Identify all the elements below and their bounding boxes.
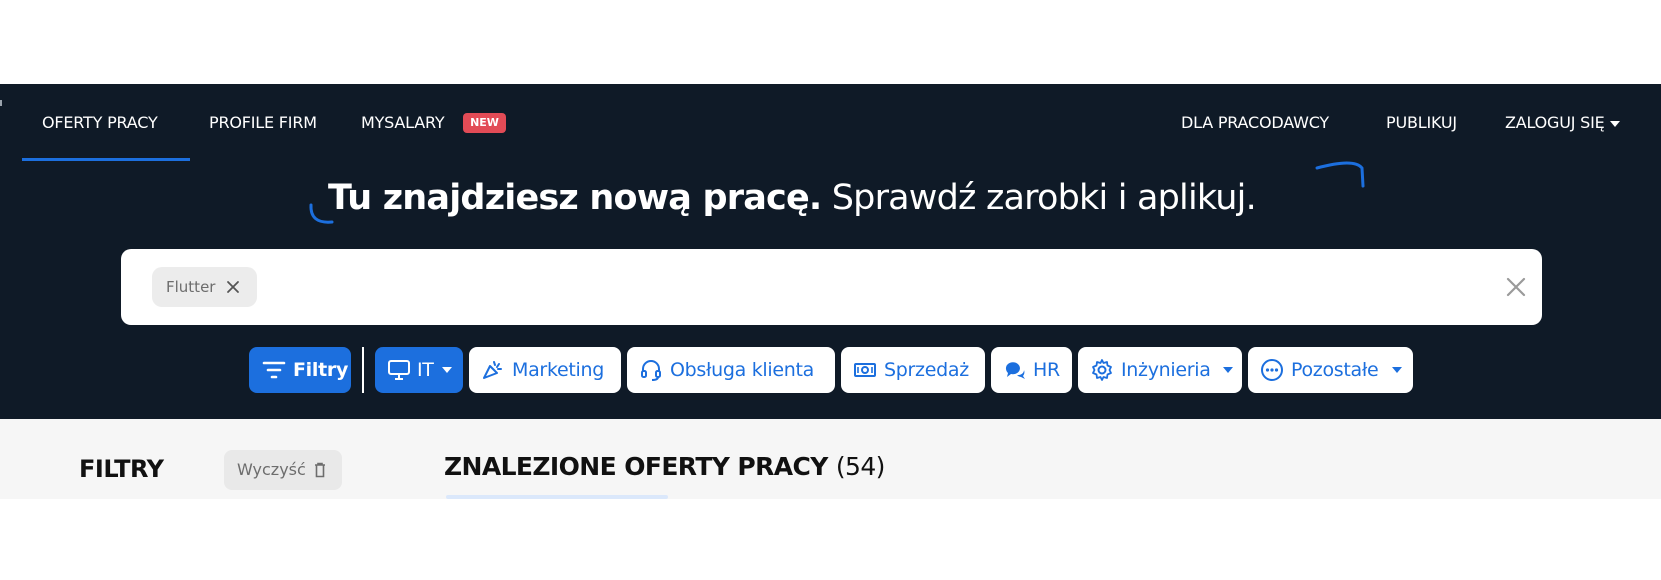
category-customer-service-label: Obsługa klienta <box>670 359 814 381</box>
close-icon[interactable] <box>225 279 241 295</box>
nav-login-label: ZALOGUJ SIĘ <box>1505 113 1605 132</box>
category-sales-button[interactable]: Sprzedaż <box>841 347 985 393</box>
hero-headline-light: Sprawdź zarobki i aplikuj. <box>831 178 1257 218</box>
divider <box>362 347 364 393</box>
filters-label: Filtry <box>293 359 349 381</box>
gear-icon <box>1092 359 1112 381</box>
category-hr-label: HR <box>1033 359 1060 381</box>
chevron-down-icon <box>1392 367 1402 373</box>
category-marketing-label: Marketing <box>512 359 604 381</box>
nav-publish[interactable]: PUBLIKUJ <box>1386 112 1457 134</box>
clear-filters-label: Wyczyść <box>237 460 306 479</box>
results-count: (54) <box>835 452 886 481</box>
nav-company-profiles[interactable]: PROFILE FIRM <box>209 112 317 134</box>
new-badge: NEW <box>463 113 506 133</box>
headset-icon <box>641 360 661 381</box>
search-chip-label: Flutter <box>166 278 216 296</box>
category-other-button[interactable]: Pozostałe <box>1248 347 1413 393</box>
bracket-decoration-icon <box>1315 161 1365 188</box>
edge-marker <box>0 100 3 106</box>
filter-icon <box>262 361 286 379</box>
search-chip-flutter[interactable]: Flutter <box>152 267 257 307</box>
hero-headline-bold: Tu znajdziesz nową pracę. <box>328 178 822 218</box>
megaphone-icon <box>483 361 502 379</box>
filters-heading: FILTRY <box>79 455 164 483</box>
trash-icon <box>315 462 325 478</box>
chevron-down-icon <box>442 367 452 373</box>
nav-mysalary[interactable]: MYSALARY <box>361 112 445 134</box>
category-it-label: IT <box>417 359 434 381</box>
clear-filters-button[interactable]: Wyczyść <box>224 450 342 490</box>
search-input[interactable] <box>121 249 1542 325</box>
chevron-down-icon <box>1223 367 1233 373</box>
category-engineering-label: Inżynieria <box>1121 359 1211 381</box>
category-customer-service-button[interactable]: Obsługa klienta <box>627 347 835 393</box>
category-sales-label: Sprzedaż <box>884 359 969 381</box>
category-engineering-button[interactable]: Inżynieria <box>1078 347 1242 393</box>
category-it-button[interactable]: IT <box>375 347 463 393</box>
banknote-icon <box>854 363 876 377</box>
results-tab-indicator <box>446 495 668 499</box>
chat-bubbles-icon <box>1005 362 1025 379</box>
nav-active-indicator <box>22 158 190 161</box>
filters-button[interactable]: Filtry <box>249 347 351 393</box>
more-dots-icon <box>1261 359 1283 381</box>
hero-headline: Tu znajdziesz nową pracę. Sprawdź zarobk… <box>328 176 1257 220</box>
nav-for-employers[interactable]: DLA PRACODAWCY <box>1181 112 1329 134</box>
category-marketing-button[interactable]: Marketing <box>469 347 621 393</box>
results-heading: ZNALEZIONE OFERTY PRACY (54) <box>444 452 885 481</box>
monitor-icon <box>388 360 410 380</box>
nav-login[interactable]: ZALOGUJ SIĘ <box>1505 112 1620 134</box>
category-other-label: Pozostałe <box>1291 359 1379 381</box>
results-title: ZNALEZIONE OFERTY PRACY <box>444 452 828 481</box>
category-hr-button[interactable]: HR <box>991 347 1072 393</box>
chevron-down-icon <box>1609 120 1620 127</box>
nav-job-offers[interactable]: OFERTY PRACY <box>42 112 158 134</box>
clear-search-icon[interactable] <box>1506 277 1526 297</box>
